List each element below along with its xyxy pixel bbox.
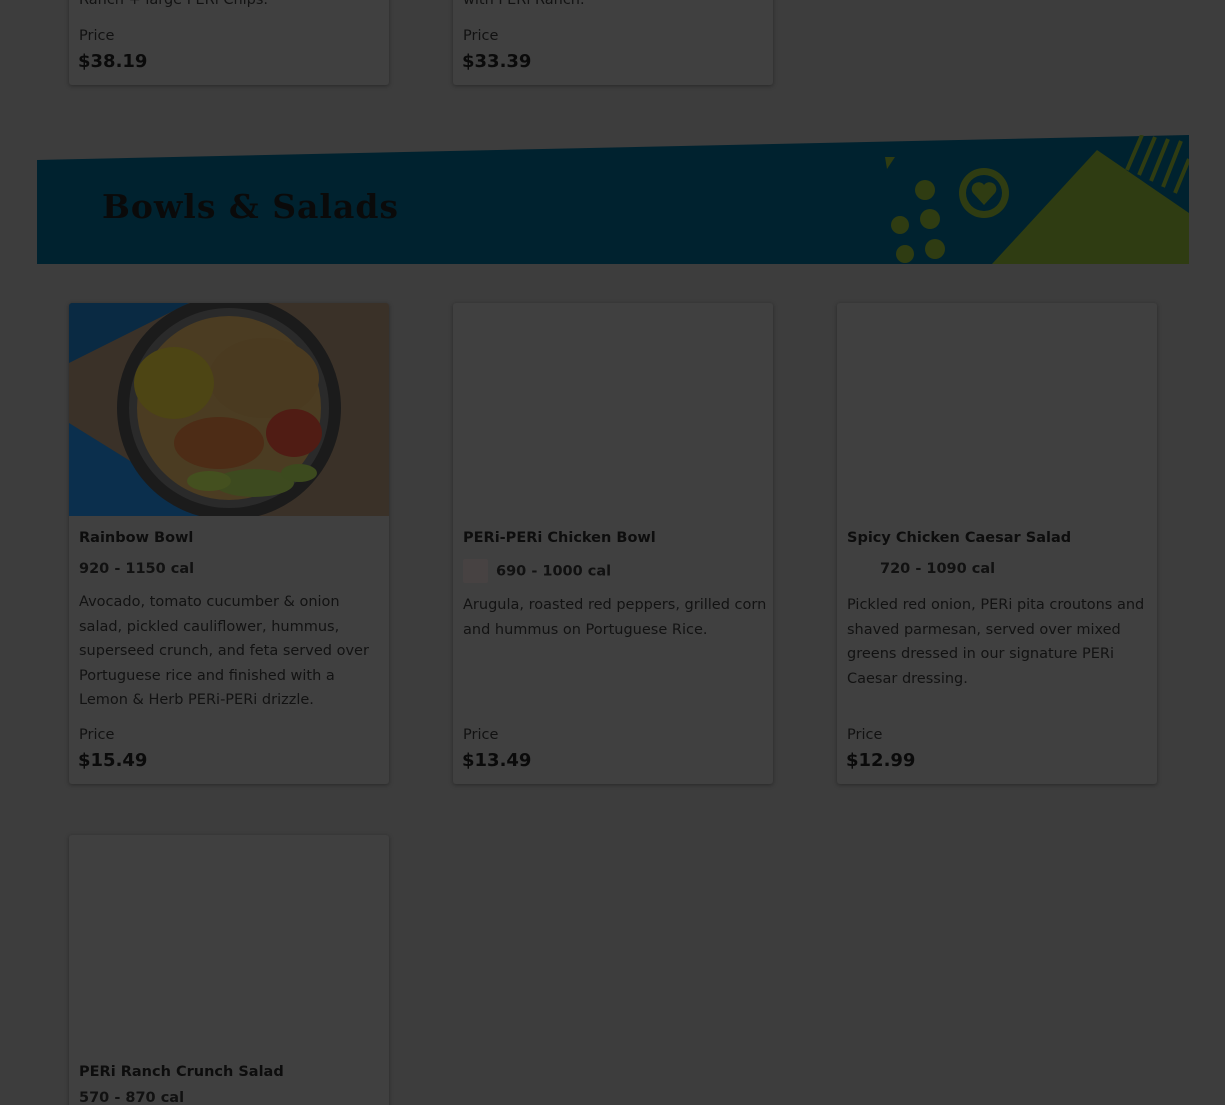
price-value: $13.49 xyxy=(462,750,532,771)
item-description: Arugula, roasted red peppers, grilled co… xyxy=(463,597,767,638)
menu-card[interactable]: Spicy Chicken Caesar Salad 720 - 1090 ca… xyxy=(837,303,1157,784)
section-banner: Bowls & Salads xyxy=(37,134,1191,264)
item-calories: 920 - 1150 cal xyxy=(79,561,195,577)
section-title: Bowls & Salads xyxy=(102,187,399,226)
item-image xyxy=(69,303,389,516)
price-value: $15.49 xyxy=(78,750,148,771)
price-value: $33.39 xyxy=(462,51,532,72)
item-calories: 720 - 1090 cal xyxy=(880,561,996,577)
item-image-placeholder xyxy=(69,835,389,1048)
item-name: Rainbow Bowl xyxy=(79,530,194,546)
item-name: PERi Ranch Crunch Salad xyxy=(79,1064,284,1080)
price-label: Price xyxy=(463,727,499,743)
price-value: $12.99 xyxy=(846,750,916,771)
item-description: with PERi Ranch. xyxy=(463,0,585,8)
item-description: Pickled red onion, PERi pita croutons an… xyxy=(847,597,1145,687)
menu-card[interactable]: Rainbow Bowl 920 - 1150 cal Avocado, tom… xyxy=(69,303,389,784)
item-image-placeholder xyxy=(453,303,773,516)
item-calories: 690 - 1000 cal xyxy=(496,563,612,580)
price-label: Price xyxy=(79,28,115,44)
price-label: Price xyxy=(847,727,883,743)
menu-card[interactable]: with PERi Ranch. Price $33.39 xyxy=(453,0,773,85)
item-name: Spicy Chicken Caesar Salad xyxy=(847,530,1072,546)
menu-card[interactable]: PERi-PERi Chicken Bowl 690 - 1000 cal Ar… xyxy=(453,303,773,784)
item-calories: 570 - 870 cal xyxy=(79,1090,185,1105)
calorie-icon xyxy=(463,559,488,583)
price-label: Price xyxy=(463,28,499,44)
calories-row: 690 - 1000 cal xyxy=(463,559,611,583)
item-image-placeholder xyxy=(837,303,1157,516)
item-description: Ranch + large PERi Chips. xyxy=(79,0,269,8)
price-value: $38.19 xyxy=(78,51,148,72)
price-label: Price xyxy=(79,727,115,743)
menu-card[interactable]: Ranch + large PERi Chips. Price $38.19 xyxy=(69,0,389,85)
item-name: PERi-PERi Chicken Bowl xyxy=(463,530,656,546)
menu-card[interactable]: PERi Ranch Crunch Salad 570 - 870 cal xyxy=(69,835,389,1105)
item-description: Avocado, tomato cucumber & onion salad, … xyxy=(79,594,369,708)
